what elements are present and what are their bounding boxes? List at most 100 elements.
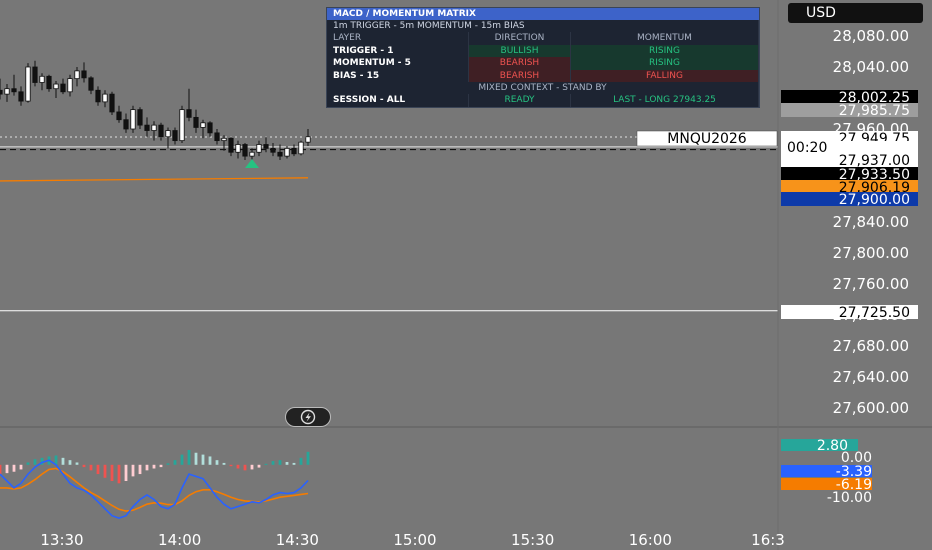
macd-histogram-bar xyxy=(285,462,289,465)
macd-tag: -10.00 xyxy=(827,490,872,506)
replay-button[interactable] xyxy=(285,407,331,427)
candle xyxy=(53,80,59,98)
candle xyxy=(291,144,297,157)
candle-body xyxy=(39,75,45,83)
candle xyxy=(298,140,304,156)
candle xyxy=(67,74,73,97)
currency-button[interactable]: USD xyxy=(788,3,923,23)
candle xyxy=(305,129,311,147)
header-momentum: MOMENTUM xyxy=(571,32,759,45)
macd-histogram-bar xyxy=(278,460,282,465)
row-layer: BIAS - 15 xyxy=(327,69,469,82)
header-direction: DIRECTION xyxy=(469,32,571,45)
countdown-tag: 00:20 xyxy=(781,140,918,156)
macd-histogram-bar xyxy=(159,464,163,468)
macd-histogram-bar xyxy=(180,454,184,465)
candle xyxy=(95,86,101,106)
candle xyxy=(186,88,192,122)
matrix-header-row: LAYER DIRECTION MOMENTUM xyxy=(327,32,759,45)
candle-body xyxy=(256,144,262,153)
candle-body xyxy=(165,130,171,138)
row-direction: BEARISH xyxy=(469,57,571,70)
matrix-row-bias: BIAS - 15 BEARISH FALLING xyxy=(327,69,759,82)
candle xyxy=(81,62,87,83)
countdown-label: 00:20 xyxy=(787,140,827,156)
candle xyxy=(123,113,129,133)
candle-body xyxy=(179,109,185,142)
candle xyxy=(256,140,262,157)
candle xyxy=(102,90,108,108)
candle xyxy=(158,122,164,141)
candle-body xyxy=(277,151,283,157)
lightning-icon xyxy=(300,409,316,425)
time-axis: 13:30 14:00 14:30 15:00 15:30 16:00 16:3 xyxy=(40,531,784,549)
candle-body xyxy=(137,109,143,126)
candle-body xyxy=(4,88,10,95)
candle xyxy=(200,119,206,139)
candle xyxy=(11,74,17,96)
candle-body xyxy=(263,144,269,149)
macd-histogram-bar xyxy=(250,464,254,470)
candle-body xyxy=(207,122,213,134)
price-axis: 28,080.0028,040.0028,000.0027,960.0027,9… xyxy=(833,27,909,417)
price-tick-label: 27,840.00 xyxy=(833,213,909,231)
candle-body xyxy=(284,147,290,157)
macd-histogram-bar xyxy=(299,457,303,465)
candle-body xyxy=(46,75,52,90)
candle-body xyxy=(291,147,297,155)
session-label: SESSION - ALL xyxy=(327,94,469,107)
matrix-subtitle-row: 1m TRIGGER - 5m MOMENTUM - 15m BIAS xyxy=(327,20,759,33)
candle xyxy=(214,129,220,145)
candle xyxy=(151,121,157,141)
macd-histogram-bar xyxy=(61,457,65,465)
orange-ma-line xyxy=(0,177,309,182)
candle-body xyxy=(116,111,122,121)
macd-histogram-bar xyxy=(103,464,107,478)
candle-body xyxy=(0,89,3,95)
candle-body xyxy=(221,137,227,142)
candle xyxy=(193,109,199,133)
candle xyxy=(270,142,276,157)
macd-histogram-bar xyxy=(33,459,37,465)
time-tick-label: 15:00 xyxy=(393,531,436,549)
candle-body xyxy=(151,124,157,131)
price-tick-label: 28,040.00 xyxy=(833,58,909,76)
candle xyxy=(137,107,143,129)
macd-histogram-bar xyxy=(19,464,23,470)
candle xyxy=(46,74,52,92)
price-tag: 27,725.50 xyxy=(781,305,918,321)
macd-histogram-bar xyxy=(75,462,79,465)
macd-histogram-bar xyxy=(187,449,191,465)
candle-body xyxy=(270,147,276,153)
candle-body xyxy=(74,70,80,80)
time-tick-label: 14:00 xyxy=(158,531,201,549)
row-layer: MOMENTUM - 5 xyxy=(327,57,469,70)
symbol-tag: MNQU2026 xyxy=(636,130,778,147)
price-tick-label: 27,680.00 xyxy=(833,337,909,355)
macd-histogram-bar xyxy=(117,464,121,484)
candle xyxy=(235,140,241,159)
candle xyxy=(116,105,122,123)
macd-histogram-bar xyxy=(152,464,156,469)
price-tag-label: 27,725.50 xyxy=(839,305,910,321)
macd-histogram-bar xyxy=(264,463,268,465)
candle xyxy=(172,127,178,145)
candle xyxy=(18,86,24,106)
time-tick-label: 13:30 xyxy=(40,531,83,549)
candle xyxy=(242,142,248,160)
candle-body xyxy=(81,70,87,79)
candle-body xyxy=(158,124,164,138)
price-tick-label: 27,600.00 xyxy=(833,399,909,417)
matrix-context: MIXED CONTEXT - STAND BY xyxy=(327,81,759,95)
time-tick-label: 14:30 xyxy=(276,531,319,549)
candle-body xyxy=(53,83,59,90)
candle-body xyxy=(235,144,241,153)
candle-body xyxy=(305,136,311,143)
macd-histogram-bar xyxy=(208,456,212,465)
price-tag-label: 27,985.75 xyxy=(839,103,910,119)
candle xyxy=(221,135,227,151)
candle-body xyxy=(95,89,101,103)
candle-body xyxy=(193,116,199,128)
candle-body xyxy=(60,83,66,93)
price-tick-label: 27,760.00 xyxy=(833,275,909,293)
